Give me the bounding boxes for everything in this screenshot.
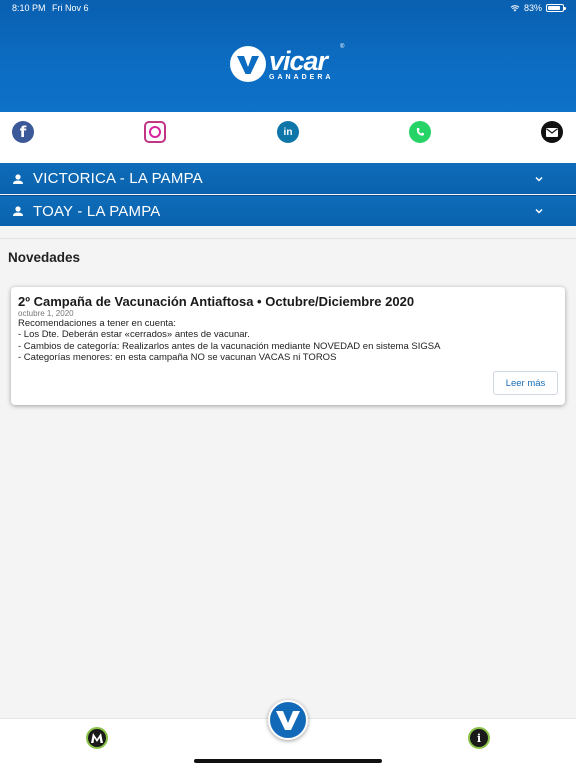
app-header: 8:10 PM Fri Nov 6 83% vicar GANADERA ®	[0, 0, 576, 112]
registered-mark: ®	[340, 44, 345, 50]
home-indicator	[194, 759, 382, 763]
m-logo-icon	[91, 733, 103, 743]
whatsapp-icon[interactable]	[409, 121, 431, 143]
news-date: octubre 1, 2020	[18, 309, 74, 318]
news-line: Recomendaciones a tener en cuenta:	[18, 318, 176, 329]
status-bar: 8:10 PM Fri Nov 6 83%	[0, 0, 576, 16]
news-card[interactable]: 2º Campaña de Vacunación Antiaftosa • Oc…	[11, 287, 565, 405]
vicar-v-icon	[276, 711, 300, 730]
brand-logo: vicar GANADERA	[229, 44, 349, 84]
location-label: TOAY - LA PAMPA	[33, 202, 161, 220]
status-date: Fri Nov 6	[52, 3, 89, 13]
location-row-victorica[interactable]: VICTORICA - LA PAMPA	[0, 163, 576, 194]
status-time: 8:10 PM	[12, 3, 46, 13]
vicar-v-logo-icon	[230, 46, 266, 82]
person-pin-icon	[13, 173, 23, 184]
news-title: 2º Campaña de Vacunación Antiaftosa • Oc…	[18, 294, 415, 309]
divider	[0, 238, 576, 239]
facebook-icon[interactable]: f	[12, 121, 34, 143]
battery-icon	[546, 4, 566, 12]
info-nav-button[interactable]: i	[468, 727, 490, 749]
location-row-toay[interactable]: TOAY - LA PAMPA	[0, 195, 576, 226]
home-nav-button[interactable]	[268, 700, 308, 740]
brand-subtitle: GANADERA	[269, 73, 334, 81]
wifi-icon	[510, 5, 520, 12]
news-excerpt: Recomendaciones a tener en cuenta: - Los…	[18, 318, 440, 363]
person-pin-icon	[13, 206, 23, 216]
news-line: - Cambios de categoría: Realizarlos ante…	[18, 340, 441, 352]
social-bar: f in	[0, 112, 576, 164]
battery-percent: 83%	[523, 3, 542, 13]
news-line: - Categorías menores: en esta campaña NO…	[18, 351, 337, 363]
mail-icon[interactable]	[541, 121, 563, 143]
brand-name: vicar	[269, 45, 328, 76]
chevron-down-icon	[535, 176, 543, 182]
location-label: VICTORICA - LA PAMPA	[33, 170, 203, 187]
whatsapp-phone-glyph	[416, 128, 424, 136]
chevron-down-icon	[535, 208, 543, 214]
instagram-icon[interactable]	[144, 121, 166, 143]
m-logo-nav-button[interactable]	[86, 727, 108, 749]
status-right: 83%	[510, 3, 566, 13]
linkedin-icon[interactable]: in	[277, 121, 299, 143]
read-more-button[interactable]: Leer más	[493, 371, 558, 395]
news-section-title: Novedades	[8, 250, 81, 265]
news-line: - Los Dte. Deberán estar «cerrados» ante…	[18, 329, 250, 341]
envelope-glyph	[546, 127, 558, 137]
